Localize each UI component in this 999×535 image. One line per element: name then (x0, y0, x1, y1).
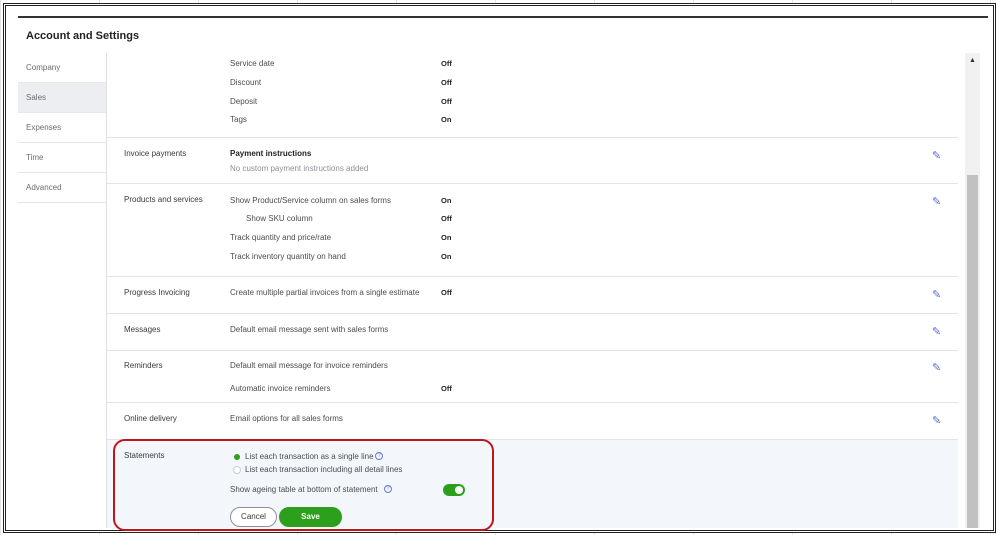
setting-value: Off (441, 384, 452, 393)
section-label: Progress Invoicing (124, 288, 190, 297)
online-delivery-section[interactable]: Online delivery Email options for all sa… (107, 403, 958, 440)
messages-section[interactable]: Messages Default email message sent with… (107, 314, 958, 351)
setting-value: On (441, 196, 452, 205)
sidebar: Company Sales Expenses Time Advanced (18, 53, 107, 528)
setting-value: Off (441, 288, 452, 297)
setting-label: Discount (230, 78, 262, 87)
pencil-icon[interactable]: ✎ (932, 149, 944, 162)
setting-label: Create multiple partial invoices from a … (230, 288, 420, 297)
scroll-up-icon[interactable]: ▲ (969, 57, 976, 64)
setting-label: Automatic invoice reminders (230, 384, 331, 393)
section-label: Messages (124, 325, 161, 334)
reminders-section[interactable]: Reminders Default email message for invo… (107, 351, 958, 403)
scrollbar[interactable]: ▲ (965, 53, 980, 528)
section-label: Invoice payments (124, 149, 187, 158)
setting-value: On (441, 115, 452, 124)
pencil-icon[interactable]: ✎ (932, 195, 944, 208)
section-label: Products and services (124, 195, 203, 204)
highlight-outline (113, 439, 494, 531)
setting-value: On (441, 233, 452, 242)
progress-invoicing-section[interactable]: Progress Invoicing Create multiple parti… (107, 277, 958, 314)
payment-instructions-text: No custom payment instructions added (230, 164, 369, 173)
page-title: Account and Settings (26, 30, 140, 42)
sales-form-content-section: Service date Off Discount Off Deposit Of… (107, 53, 958, 138)
divider (18, 16, 988, 18)
setting-label: Show SKU column (246, 214, 313, 223)
sidebar-item-advanced[interactable]: Advanced (18, 173, 106, 203)
setting-value: Off (441, 97, 452, 106)
setting-label: Track quantity and price/rate (230, 233, 332, 242)
setting-label: Email options for all sales forms (230, 414, 343, 423)
products-services-section[interactable]: Products and services Show Product/Servi… (107, 184, 958, 277)
setting-label: Track inventory quantity on hand (230, 252, 346, 261)
sidebar-item-company[interactable]: Company (18, 53, 106, 83)
sidebar-item-time[interactable]: Time (18, 143, 106, 173)
section-label: Reminders (124, 361, 163, 370)
pencil-icon[interactable]: ✎ (932, 288, 944, 301)
sidebar-item-expenses[interactable]: Expenses (18, 113, 106, 143)
pencil-icon[interactable]: ✎ (932, 361, 944, 374)
setting-value: On (441, 252, 452, 261)
setting-label: Default email message for invoice remind… (230, 361, 388, 370)
setting-label: Show Product/Service column on sales for… (230, 196, 391, 205)
setting-label: Service date (230, 59, 275, 68)
invoice-payments-section[interactable]: Invoice payments Payment instructions No… (107, 138, 958, 184)
setting-label: Default email message sent with sales fo… (230, 325, 389, 334)
pencil-icon[interactable]: ✎ (932, 414, 944, 427)
setting-value: Off (441, 78, 452, 87)
pencil-icon[interactable]: ✎ (932, 325, 944, 338)
setting-value: Off (441, 59, 452, 68)
scrollbar-thumb[interactable] (967, 175, 978, 528)
sidebar-item-sales[interactable]: Sales (18, 83, 106, 113)
section-label: Online delivery (124, 414, 177, 423)
setting-label: Deposit (230, 97, 258, 106)
payment-instructions-heading: Payment instructions (230, 149, 312, 158)
settings-window: Account and Settings Company Sales Expen… (3, 3, 996, 533)
setting-value: Off (441, 214, 452, 223)
setting-label: Tags (230, 115, 247, 124)
